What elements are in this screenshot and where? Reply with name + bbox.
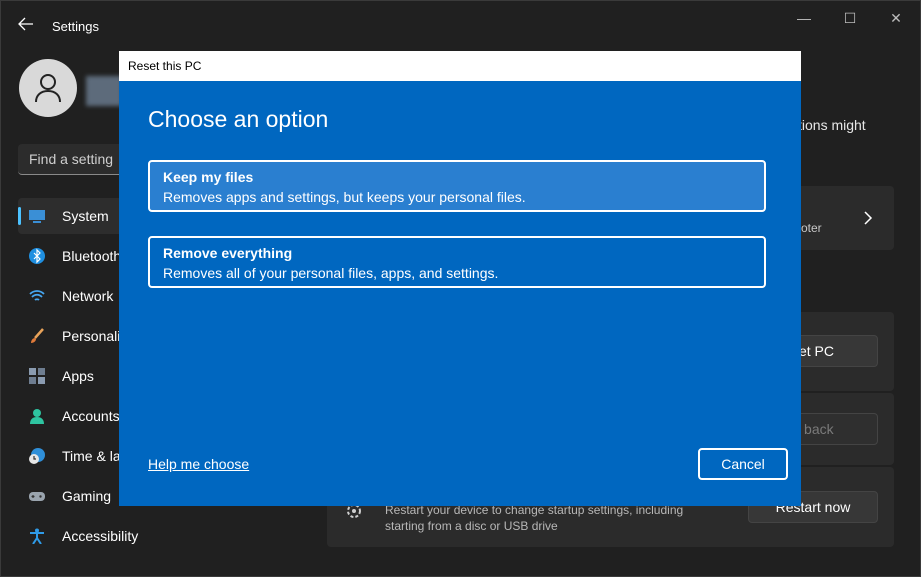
search-input[interactable]: Find a setting <box>18 144 123 175</box>
bluetooth-icon <box>29 248 45 264</box>
close-button[interactable]: ✕ <box>886 10 906 28</box>
apps-icon <box>29 368 45 384</box>
sidebar-item-label: Apps <box>62 368 94 384</box>
dialog-heading: Choose an option <box>148 106 329 132</box>
app-title: Settings <box>52 19 99 34</box>
sidebar-item-label: Accounts <box>62 408 120 424</box>
sidebar-item-label: Bluetooth <box>62 248 122 264</box>
recovery-description-fragment: tions might <box>798 117 866 133</box>
reset-this-pc-dialog: Reset this PC Choose an option Keep my f… <box>119 51 801 506</box>
option-description: Removes apps and settings, but keeps you… <box>163 189 526 205</box>
sidebar-item-apps[interactable]: Apps <box>18 358 128 394</box>
minimize-button[interactable]: — <box>794 10 814 28</box>
help-me-choose-link[interactable]: Help me choose <box>148 456 249 472</box>
sidebar-item-accessibility[interactable]: Accessibility <box>18 518 138 554</box>
avatar[interactable] <box>19 59 77 117</box>
accessibility-icon <box>30 528 44 544</box>
chevron-right-icon <box>864 211 873 225</box>
maximize-button[interactable]: ☐ <box>840 10 860 28</box>
person-icon <box>35 74 61 103</box>
search-placeholder: Find a setting <box>29 151 114 167</box>
clock-globe-icon <box>29 448 45 464</box>
person-icon <box>30 409 44 424</box>
remove-everything-option[interactable]: Remove everything Removes all of your pe… <box>148 236 766 288</box>
selection-indicator <box>18 207 21 225</box>
settings-window: Settings — ☐ ✕ Find a setting System Blu… <box>0 0 921 577</box>
sidebar-item-label: Network <box>62 288 114 304</box>
gamepad-icon <box>29 492 45 501</box>
sidebar-item-time-language[interactable]: Time & la <box>18 438 128 474</box>
option-title: Keep my files <box>163 169 254 185</box>
user-name-blurred <box>86 76 122 106</box>
keep-my-files-option[interactable]: Keep my files Removes apps and settings,… <box>148 160 766 212</box>
sidebar-item-label: System <box>62 208 109 224</box>
cancel-button[interactable]: Cancel <box>698 448 788 480</box>
sidebar-item-personalization[interactable]: Personaliz <box>18 318 128 354</box>
brush-icon <box>31 328 44 343</box>
sidebar-item-gaming[interactable]: Gaming <box>18 478 128 514</box>
sidebar-item-label: Gaming <box>62 488 112 504</box>
troubleshooter-label: oter <box>801 221 822 235</box>
advanced-startup-description-2: starting from a disc or USB drive <box>385 519 558 533</box>
option-title: Remove everything <box>163 245 293 261</box>
title-bar: Settings — ☐ ✕ <box>1 1 920 49</box>
sidebar-item-network[interactable]: Network <box>18 278 128 314</box>
wifi-icon <box>29 290 45 301</box>
dialog-title-bar: Reset this PC <box>119 51 801 81</box>
sidebar-item-label: Personaliz <box>62 328 128 344</box>
sidebar-item-label: Time & la <box>62 448 121 464</box>
sidebar-item-accounts[interactable]: Accounts <box>18 398 128 434</box>
monitor-icon <box>29 210 45 223</box>
sidebar-item-system[interactable]: System <box>18 198 128 234</box>
back-arrow-icon[interactable] <box>17 15 35 33</box>
sidebar-item-bluetooth[interactable]: Bluetooth <box>18 238 128 274</box>
option-description: Removes all of your personal files, apps… <box>163 265 499 281</box>
sidebar-item-label: Accessibility <box>62 528 139 544</box>
dialog-title: Reset this PC <box>128 59 202 73</box>
